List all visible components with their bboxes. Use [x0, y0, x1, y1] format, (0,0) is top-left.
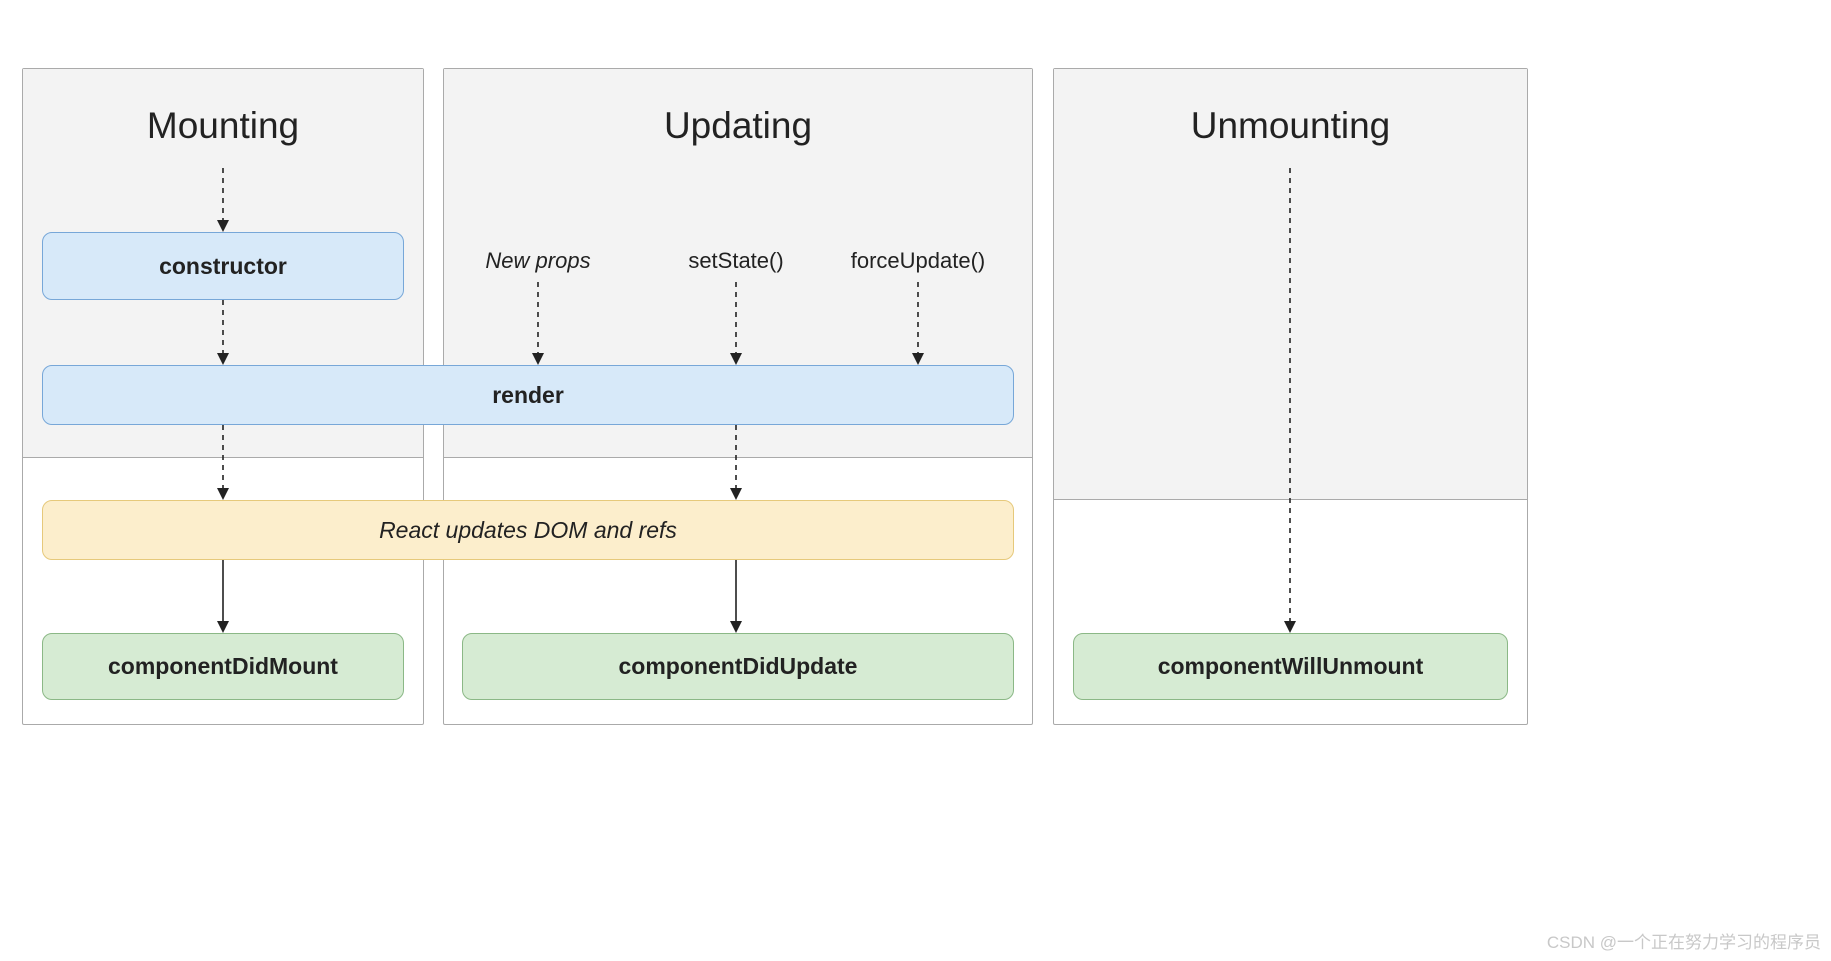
- watermark: CSDN @一个正在努力学习的程序员: [1547, 928, 1821, 953]
- column-title-unmounting: Unmounting: [1054, 105, 1527, 147]
- node-did-mount: componentDidMount: [42, 633, 404, 700]
- node-constructor: constructor: [42, 232, 404, 300]
- trigger-setstate: setState(): [666, 248, 806, 274]
- column-unmounting: Unmounting: [1053, 68, 1528, 725]
- node-did-update: componentDidUpdate: [462, 633, 1014, 700]
- trigger-forceupdate: forceUpdate(): [838, 248, 998, 274]
- column-title-updating: Updating: [444, 105, 1032, 147]
- node-will-unmount: componentWillUnmount: [1073, 633, 1508, 700]
- node-render: render: [42, 365, 1014, 425]
- column-title-mounting: Mounting: [23, 105, 423, 147]
- node-dom-update: React updates DOM and refs: [42, 500, 1014, 560]
- trigger-new-props: New props: [468, 248, 608, 274]
